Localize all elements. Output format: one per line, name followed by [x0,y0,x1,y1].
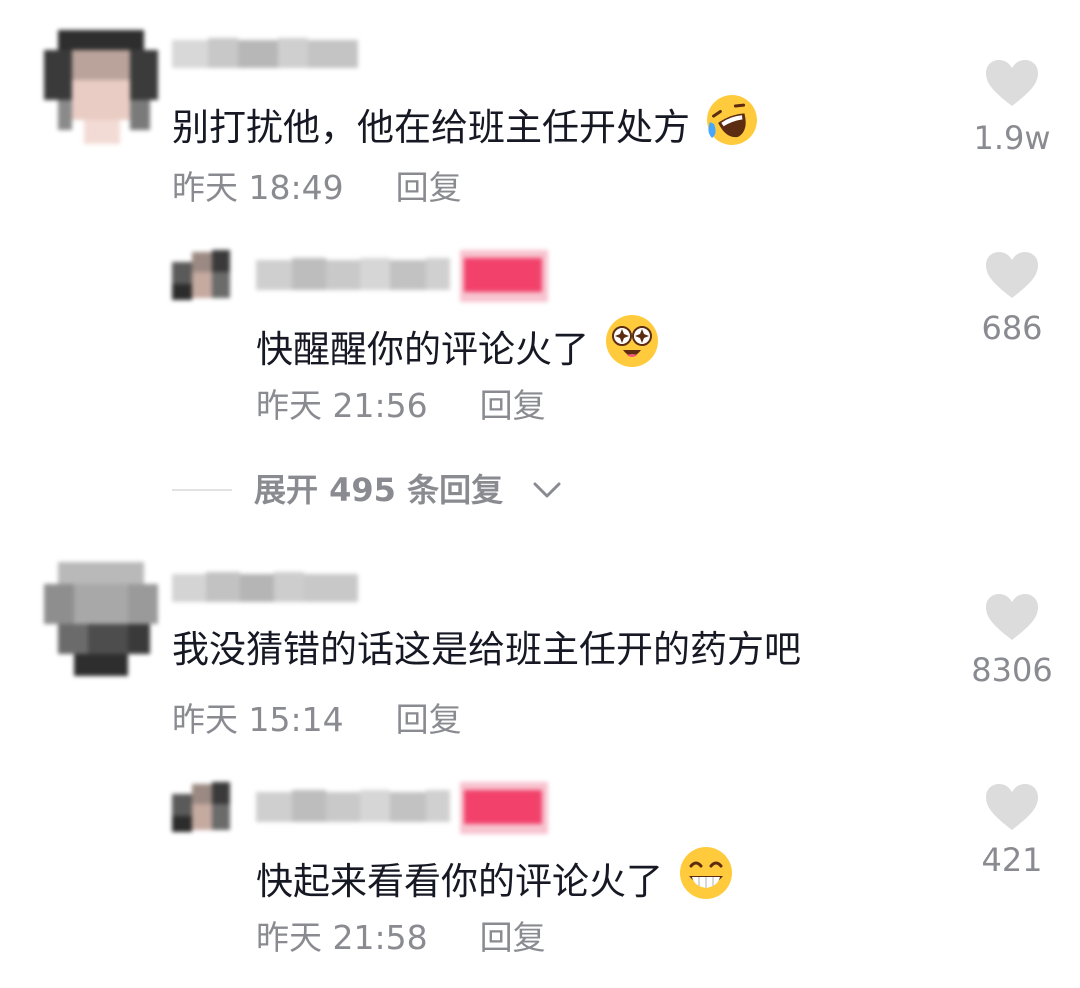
reply-text-content: 快起来看看你的评论火了 [256,860,663,903]
comment-text: 别打扰他，他在给班主任开处方 [172,92,760,160]
star-eyes-icon [603,312,661,382]
avatar[interactable] [44,562,158,676]
avatar-image [44,30,158,144]
reply-text-content: 快醒醒你的评论火了 [256,328,589,371]
reply-button[interactable]: 回复 [480,918,546,957]
avatar[interactable] [44,30,158,144]
like-button[interactable]: 1.9w [952,58,1072,158]
reply-button[interactable]: 回复 [480,386,546,425]
comment-meta: 昨天 15:14 回复 [172,700,462,740]
reply-avatar[interactable] [172,244,230,302]
comment-time: 昨天 15:14 [172,700,344,739]
like-button[interactable]: 686 [952,250,1072,350]
reply-username[interactable] [256,782,552,838]
expand-replies[interactable]: 展开 495 条回复 [172,470,592,510]
username[interactable] [172,566,362,610]
heart-icon [986,784,1038,830]
like-count: 421 [981,841,1043,879]
heart-icon [986,252,1038,298]
expand-divider [172,489,232,491]
reply-text: 快起来看看你的评论火了 [256,844,735,914]
heart-icon [986,60,1038,106]
reply-time: 昨天 21:56 [256,386,428,425]
comment-meta: 昨天 18:49 回复 [172,168,462,208]
reply-meta: 昨天 21:56 回复 [256,386,546,426]
grin-icon [677,844,735,914]
chevron-down-icon [532,478,562,506]
reply-button[interactable]: 回复 [396,700,462,739]
comment-text: 我没猜错的话这是给班主任开的药方吧 [172,626,801,674]
rolling-laugh-icon [704,92,760,160]
like-count: 8306 [971,651,1053,689]
comment-text-content: 别打扰他，他在给班主任开处方 [172,106,690,149]
reply-avatar[interactable] [172,776,230,834]
like-button[interactable]: 8306 [952,592,1072,692]
reply-text: 快醒醒你的评论火了 [256,312,661,382]
like-count: 1.9w [973,119,1051,157]
reply-button[interactable]: 回复 [396,168,462,207]
reply-time: 昨天 21:58 [256,918,428,957]
comment-text-content: 我没猜错的话这是给班主任开的药方吧 [172,628,801,671]
comment-time: 昨天 18:49 [172,168,344,207]
reply-meta: 昨天 21:58 回复 [256,918,546,958]
reply-username[interactable] [256,250,552,306]
like-button[interactable]: 421 [952,782,1072,882]
like-count: 686 [981,309,1043,347]
heart-icon [986,594,1038,640]
username[interactable] [172,34,362,76]
expand-replies-label: 展开 495 条回复 [254,471,504,509]
